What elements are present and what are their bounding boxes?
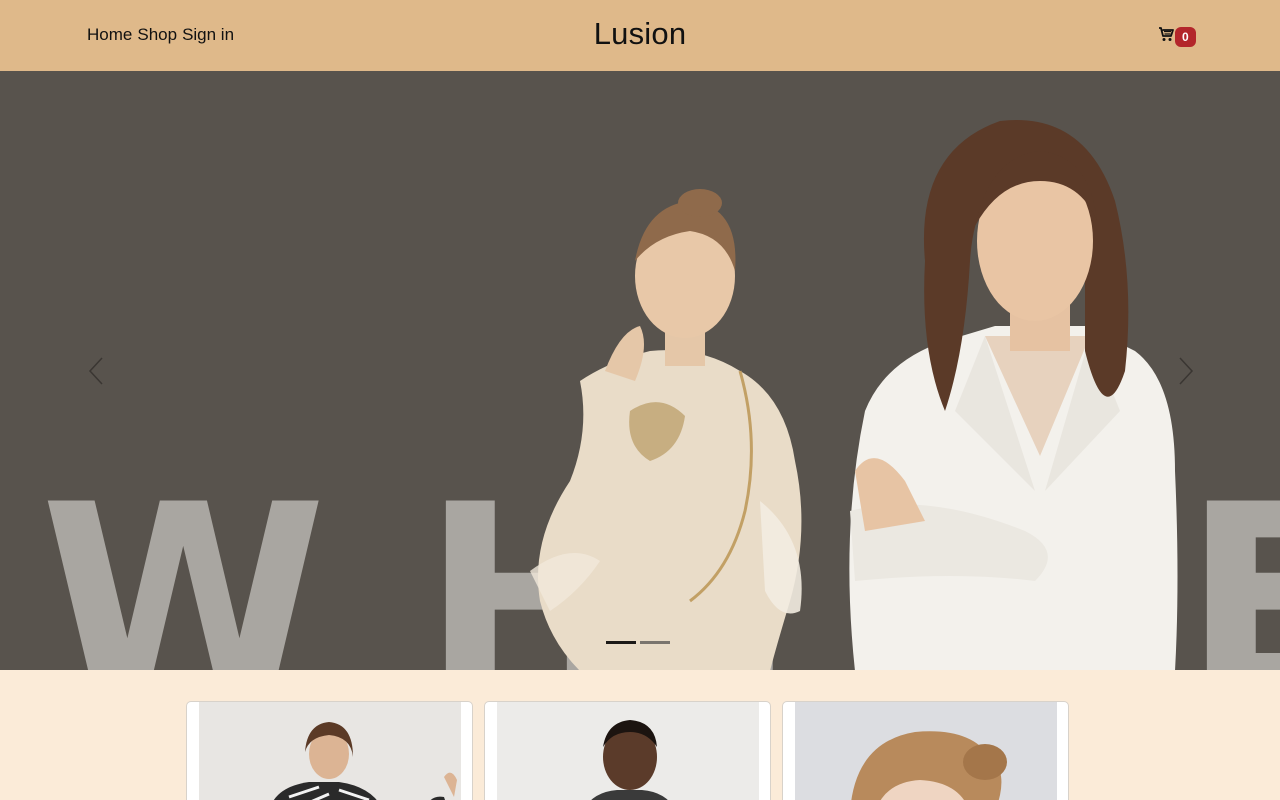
cart-icon <box>1158 26 1174 47</box>
cart-count-badge: 0 <box>1175 26 1196 47</box>
product-card[interactable] <box>484 701 771 800</box>
hero-model-feather-dress <box>530 189 802 670</box>
slide-indicator-2[interactable] <box>640 641 670 644</box>
product-card[interactable] <box>186 701 473 800</box>
product-card[interactable] <box>782 701 1069 800</box>
hero-slider: W H I E <box>0 71 1280 670</box>
product-image <box>795 702 1057 800</box>
hero-letter: W <box>40 450 327 670</box>
brand-logo[interactable]: Lusion <box>0 16 1280 52</box>
cart-button[interactable]: 0 <box>1158 26 1196 47</box>
product-grid <box>186 701 1069 800</box>
slide-indicator-1[interactable] <box>606 641 636 644</box>
chevron-left-icon <box>82 357 112 390</box>
prev-slide-button[interactable] <box>82 356 112 386</box>
hero-letter: E <box>1183 450 1280 670</box>
site-header: Home Shop Sign in Lusion 0 <box>0 0 1280 71</box>
hero-model-white-blazer <box>849 120 1178 670</box>
product-image <box>199 702 461 800</box>
chevron-right-icon <box>1170 357 1200 390</box>
product-image <box>497 702 759 800</box>
slide-indicators <box>606 641 670 644</box>
next-slide-button[interactable] <box>1170 356 1200 386</box>
